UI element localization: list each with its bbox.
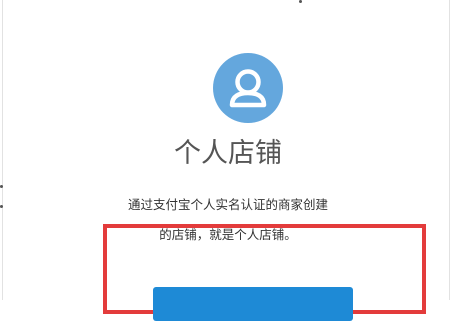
store-type-title: 个人店铺 <box>174 138 282 169</box>
stray-dot <box>0 185 3 188</box>
user-silhouette-icon <box>229 69 267 108</box>
create-store-button[interactable] <box>153 287 353 321</box>
store-description-line-1: 通过支付宝个人实名认证的商家创建 <box>127 197 328 212</box>
stray-dot <box>0 205 3 208</box>
user-icon <box>213 53 283 123</box>
store-type-card: 个人店铺 通过支付宝个人实名认证的商家创建 的店铺，就是个人店铺。 <box>2 0 450 321</box>
stray-dot <box>299 0 302 3</box>
